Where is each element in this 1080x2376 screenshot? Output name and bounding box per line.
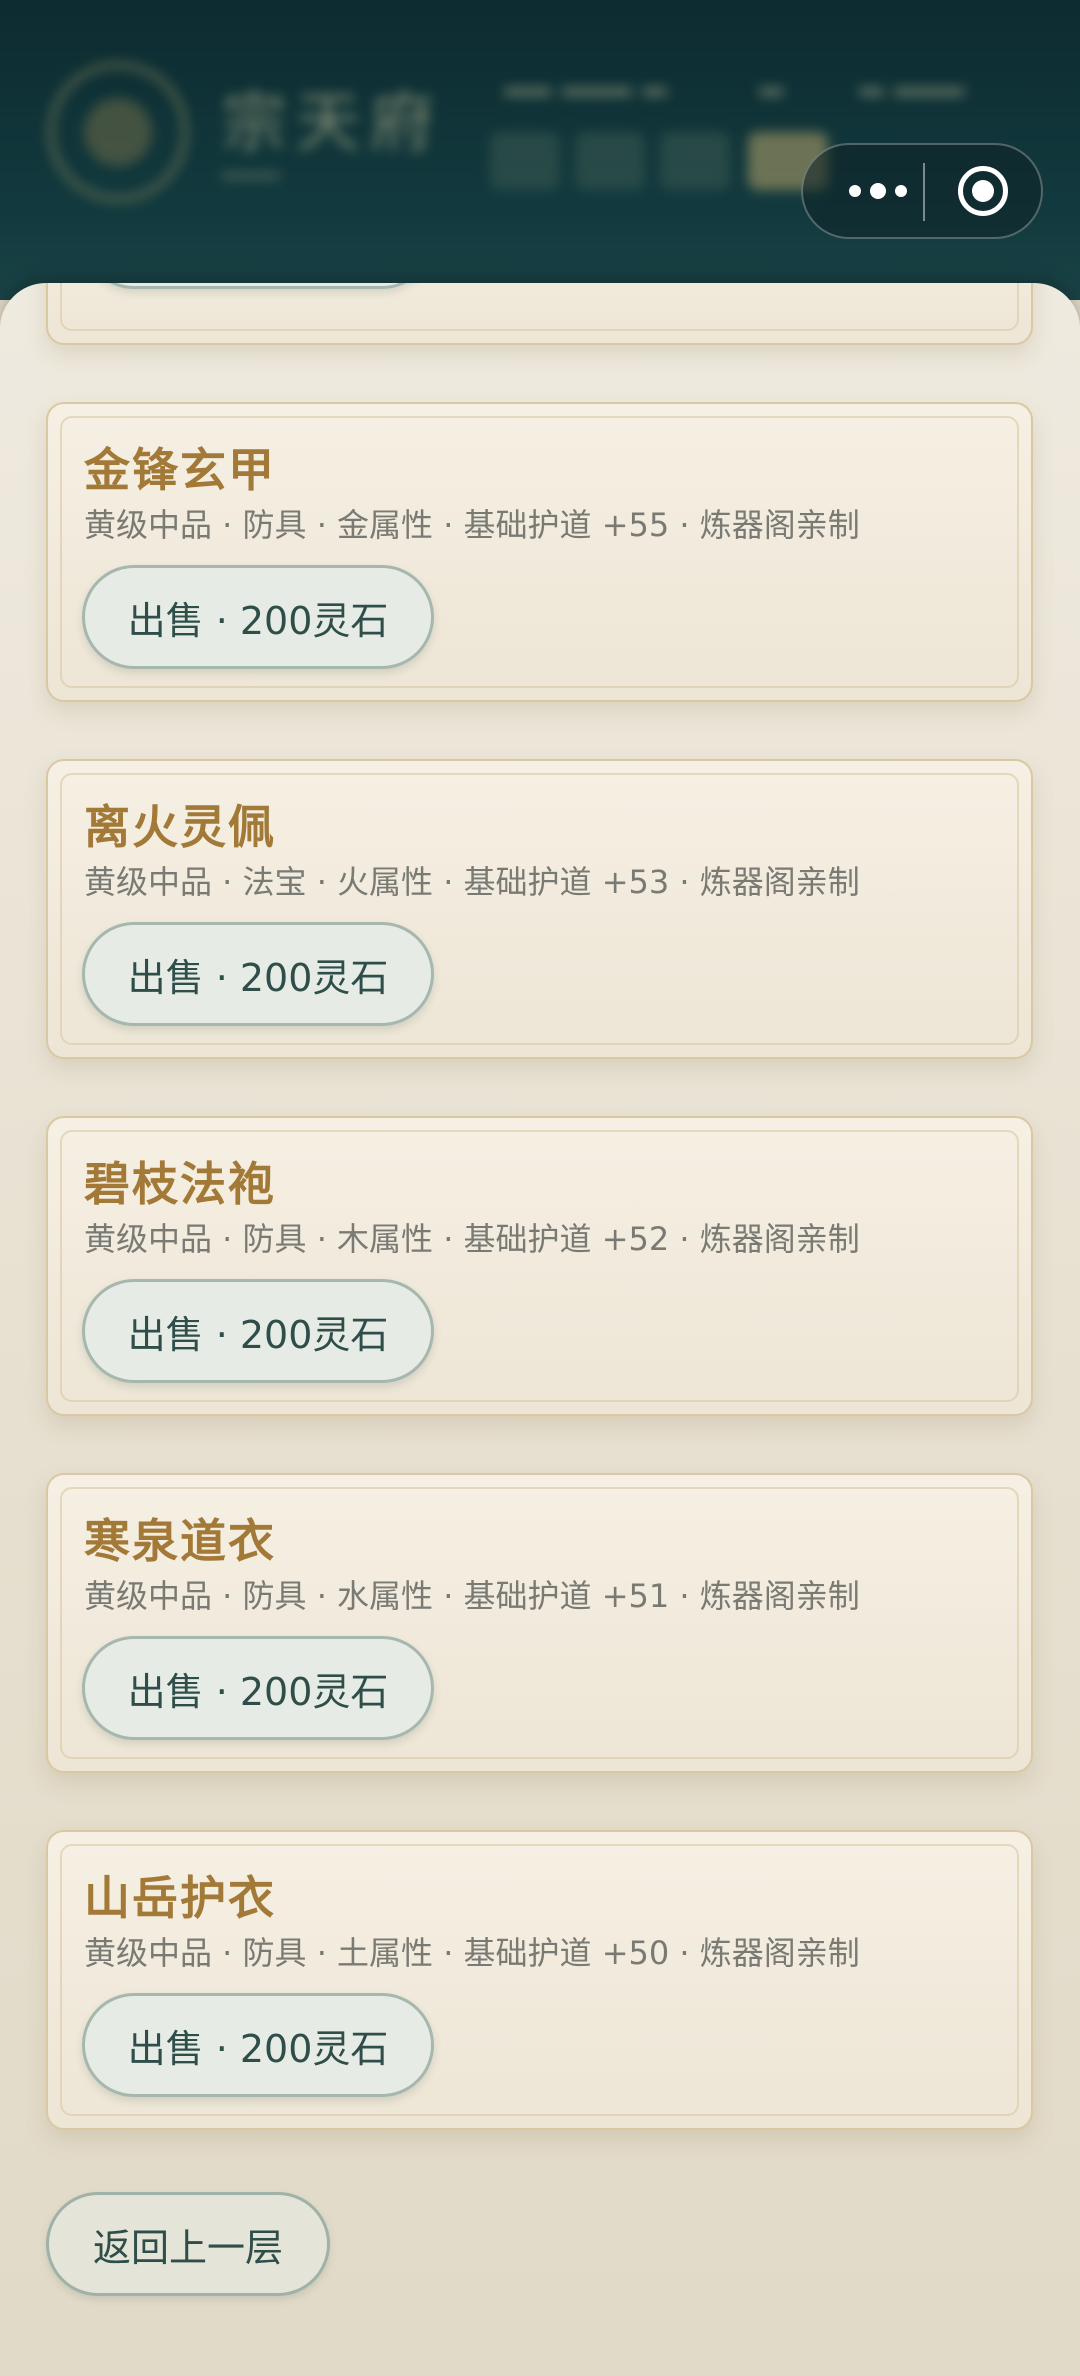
item-sheet: 金锋玄甲 黄级中品 · 防具 · 金属性 · 基础护道 +55 · 炼器阁亲制 … <box>0 283 1080 2376</box>
item-name: 金锋玄甲 <box>84 443 276 497</box>
sell-button[interactable]: 出售 · 200灵石 <box>82 1279 434 1383</box>
sect-subtitle-blurred: ━━━━ <box>222 162 280 190</box>
item-card: 山岳护衣 黄级中品 · 防具 · 土属性 · 基础护道 +50 · 炼器阁亲制 … <box>46 1830 1033 2130</box>
sell-button[interactable]: 出售 · 200灵石 <box>82 565 434 669</box>
stat-blurred: ━ ━━━ <box>860 70 964 114</box>
item-name: 寒泉道衣 <box>84 1514 276 1568</box>
stat-blurred: ━━ ━━━ ━ <box>505 70 667 114</box>
back-button[interactable]: 返回上一层 <box>46 2192 330 2296</box>
item-description: 黄级中品 · 防具 · 水属性 · 基础护道 +51 · 炼器阁亲制 <box>84 1577 860 1615</box>
item-name: 山岳护衣 <box>84 1871 276 1925</box>
sect-logo <box>48 62 188 202</box>
item-description: 黄级中品 · 防具 · 土属性 · 基础护道 +50 · 炼器阁亲制 <box>84 1934 860 1972</box>
sell-button[interactable]: 出售 · 200灵石 <box>82 922 434 1026</box>
item-card: 碧枝法袍 黄级中品 · 防具 · 木属性 · 基础护道 +52 · 炼器阁亲制 … <box>46 1116 1033 1416</box>
sell-button[interactable]: 出售 · 200灵石 <box>82 1636 434 1740</box>
item-card: 金锋玄甲 黄级中品 · 防具 · 金属性 · 基础护道 +55 · 炼器阁亲制 … <box>46 402 1033 702</box>
sell-button[interactable]: 出售 · 200灵石 <box>82 1993 434 2097</box>
tab-blurred <box>660 132 730 190</box>
item-name: 离火灵佩 <box>84 800 276 854</box>
item-card-partial <box>46 283 1033 345</box>
sell-button[interactable] <box>82 283 434 289</box>
tab-blurred <box>575 132 645 190</box>
item-description: 黄级中品 · 防具 · 金属性 · 基础护道 +55 · 炼器阁亲制 <box>84 506 860 544</box>
target-close-icon[interactable] <box>958 166 1008 216</box>
miniprogram-capsule <box>801 143 1043 239</box>
capsule-divider <box>923 163 925 221</box>
stat-blurred: ━ <box>760 70 783 114</box>
item-card: 寒泉道衣 黄级中品 · 防具 · 水属性 · 基础护道 +51 · 炼器阁亲制 … <box>46 1473 1033 1773</box>
item-card: 离火灵佩 黄级中品 · 法宝 · 火属性 · 基础护道 +53 · 炼器阁亲制 … <box>46 759 1033 1059</box>
item-description: 黄级中品 · 法宝 · 火属性 · 基础护道 +53 · 炼器阁亲制 <box>84 863 860 901</box>
more-dots-icon[interactable] <box>835 145 921 237</box>
sect-name-blurred: 宗天府 <box>222 87 444 161</box>
item-name: 碧枝法袍 <box>84 1157 276 1211</box>
item-description: 黄级中品 · 防具 · 木属性 · 基础护道 +52 · 炼器阁亲制 <box>84 1220 860 1258</box>
tab-blurred <box>490 132 560 190</box>
